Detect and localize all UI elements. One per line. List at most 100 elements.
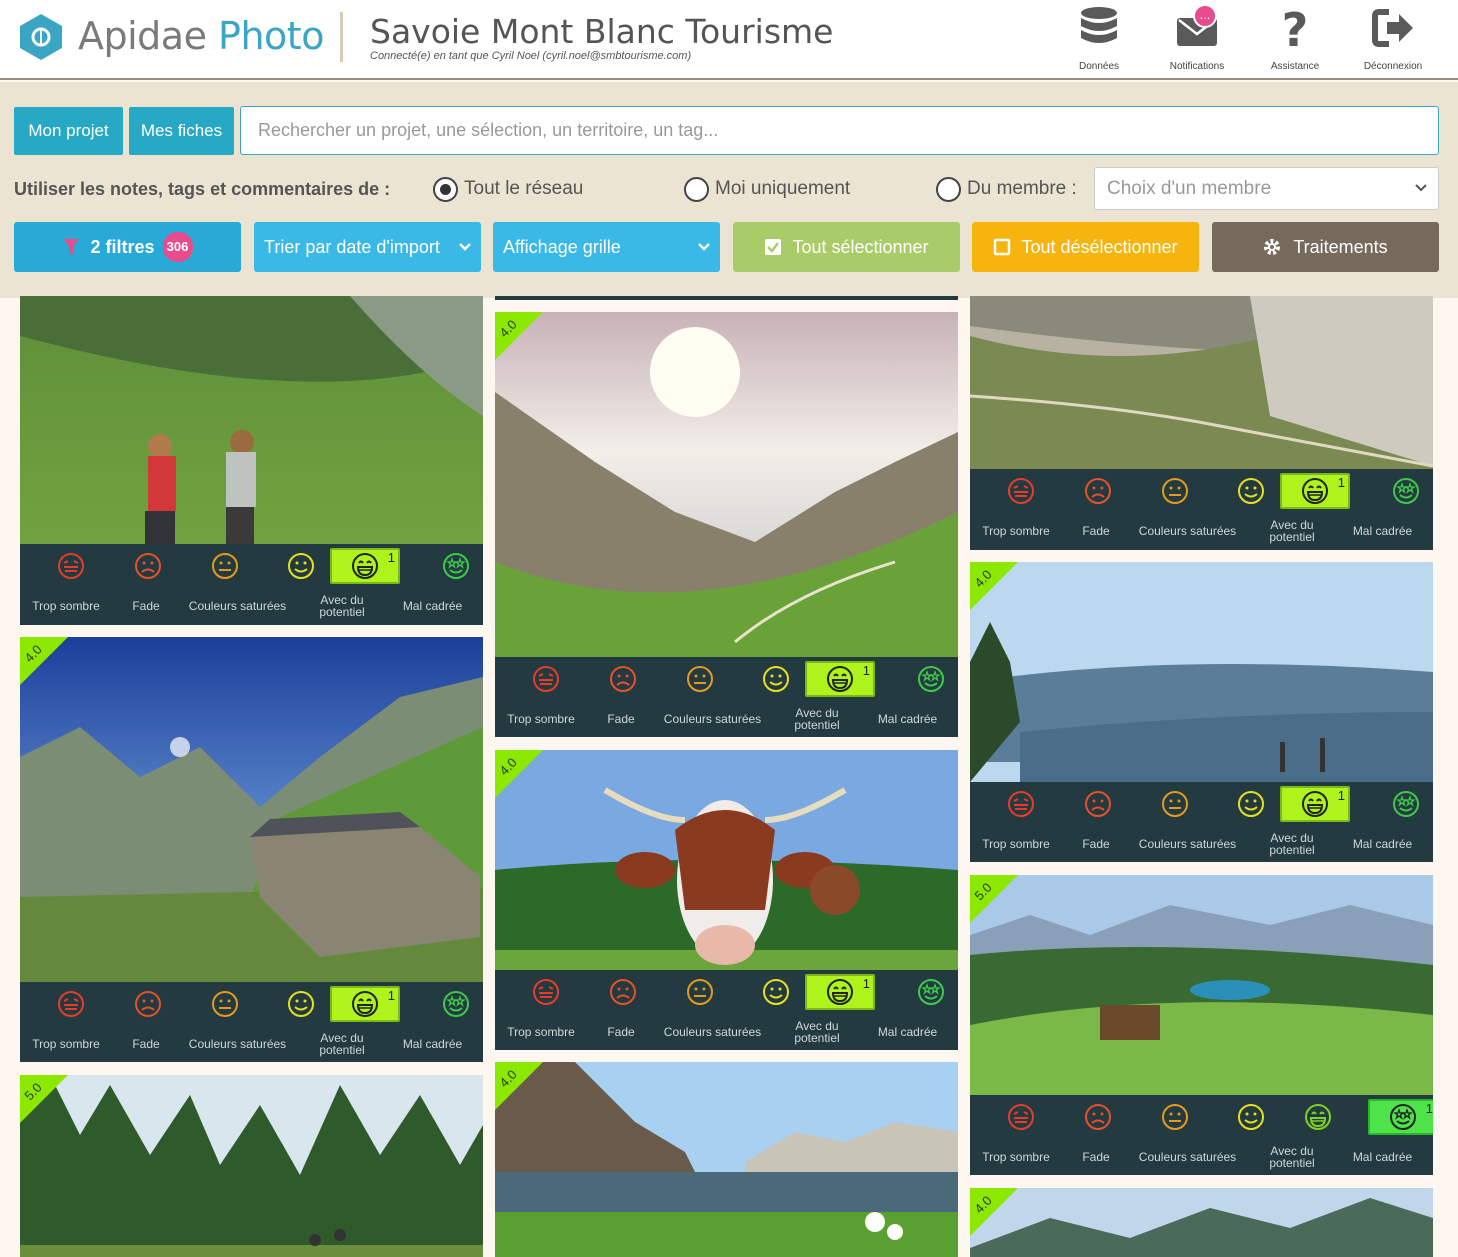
my-records-button[interactable]: Mes fiches <box>129 107 234 155</box>
filter-panel: Mon projet Mes fiches Rechercher un proj… <box>0 82 1458 298</box>
logout-action[interactable]: Déconnexion <box>1343 6 1443 72</box>
tag-too-dark-icon[interactable] <box>1003 473 1039 509</box>
notifications-label: Notifications <box>1169 61 1225 72</box>
star-eyes-face-icon <box>443 553 469 579</box>
tag-neutral-face-icon[interactable] <box>1157 1099 1193 1135</box>
tag-star-eyes-face-icon[interactable] <box>913 974 949 1010</box>
tag-star-eyes-face-icon[interactable] <box>438 548 474 584</box>
photo-thumbnail[interactable] <box>970 562 1433 782</box>
photo-card[interactable]: 4.0 1 Trop sombre Fade Couleurs saturées Avec… <box>495 312 958 737</box>
photo-thumbnail[interactable] <box>970 1188 1433 1257</box>
tag-sad-face-icon[interactable] <box>605 661 641 697</box>
assistance-label: Assistance <box>1270 61 1320 72</box>
tag-too-dark-icon[interactable] <box>528 661 564 697</box>
photo-card[interactable]: 4.0 1 Trop sombre Fade Couleurs saturées Avec… <box>495 750 958 1050</box>
tag-grin-face-icon[interactable]: 1 <box>805 974 875 1010</box>
treatments-button[interactable]: Traitements <box>1212 222 1439 272</box>
data-action[interactable]: Données <box>1049 6 1149 72</box>
photo-card[interactable]: 5.0 <box>20 1075 483 1257</box>
tag-too-dark-icon[interactable] <box>53 548 89 584</box>
neutral-face-icon <box>1162 1104 1188 1130</box>
checkbox-checked-icon <box>765 239 782 255</box>
photo-thumbnail[interactable] <box>20 637 483 982</box>
smile-face-icon <box>1238 478 1264 504</box>
assistance-action[interactable]: ? Assistance <box>1245 6 1345 72</box>
tag-sad-face-icon[interactable] <box>1080 1099 1116 1135</box>
photo-card[interactable]: 5.0 1 Trop sombre Fade Couleurs saturées Avec… <box>970 875 1433 1175</box>
radio-circle <box>936 176 961 202</box>
tag-label: Trop sombre <box>32 599 100 613</box>
photo-thumbnail[interactable] <box>970 296 1433 469</box>
tag-neutral-face-icon[interactable] <box>207 548 243 584</box>
photo-thumbnail[interactable] <box>20 1075 483 1257</box>
tag-star-eyes-face-icon[interactable]: 1 <box>1368 1099 1433 1135</box>
tag-neutral-face-icon[interactable] <box>1157 786 1193 822</box>
tag-too-dark-icon[interactable] <box>1003 1099 1039 1135</box>
too-dark-icon <box>533 666 559 692</box>
photo-thumbnail[interactable] <box>495 312 958 657</box>
deselect-all-button[interactable]: Tout désélectionner <box>972 222 1199 272</box>
tag-sad-face-icon[interactable] <box>605 974 641 1010</box>
filters-button[interactable]: 2 filtres 306 <box>14 222 241 272</box>
tag-grin-face-icon[interactable]: 1 <box>1280 473 1350 509</box>
photo-card[interactable]: 4.0 1 Trop sombre Fade Couleurs saturées Avec… <box>20 637 483 1062</box>
search-input[interactable]: Rechercher un projet, une sélection, un … <box>240 106 1439 155</box>
tag-smile-face-icon[interactable] <box>1233 473 1269 509</box>
tag-sad-face-icon[interactable] <box>130 548 166 584</box>
photo-card[interactable]: 4.0 <box>970 1188 1433 1257</box>
tag-grin-face-icon[interactable]: 1 <box>330 986 400 1022</box>
tag-smile-face-icon[interactable] <box>1233 1099 1269 1135</box>
tag-grin-face-icon[interactable]: 1 <box>805 661 875 697</box>
sort-select[interactable]: Trier par date d'import <box>254 222 481 272</box>
tag-smile-face-icon[interactable] <box>758 661 794 697</box>
tag-too-dark-icon[interactable] <box>528 974 564 1010</box>
tag-label: Couleurs saturées <box>1138 524 1237 538</box>
tag-grin-face-icon[interactable]: 1 <box>1280 786 1350 822</box>
photo-card[interactable]: 4.0 <box>495 1062 958 1257</box>
my-project-button[interactable]: Mon projet <box>14 107 123 155</box>
radio-circle <box>684 176 709 202</box>
radio-member[interactable]: Du membre : <box>936 175 1077 203</box>
tag-smile-face-icon[interactable] <box>1233 786 1269 822</box>
filters-count-badge: 306 <box>162 232 193 262</box>
photo-thumbnail[interactable] <box>495 750 958 970</box>
tag-sad-face-icon[interactable] <box>1080 473 1116 509</box>
tag-bar: 1 Trop sombre Fade Couleurs saturées Avec du… <box>495 970 958 1050</box>
tag-smile-face-icon[interactable] <box>283 548 319 584</box>
photo-thumbnail[interactable] <box>20 296 483 544</box>
header-divider <box>340 12 343 62</box>
tag-too-dark-icon[interactable] <box>53 986 89 1022</box>
tag-neutral-face-icon[interactable] <box>1157 473 1193 509</box>
display-select[interactable]: Affichage grille <box>493 222 720 272</box>
tag-sad-face-icon[interactable] <box>1080 786 1116 822</box>
photo-thumbnail[interactable] <box>495 1062 958 1257</box>
database-icon <box>1081 7 1117 43</box>
tag-grin-face-icon[interactable]: 1 <box>330 548 400 584</box>
too-dark-icon <box>533 979 559 1005</box>
member-select[interactable]: Choix d'un membre <box>1094 167 1439 210</box>
notifications-action[interactable]: ... Notifications <box>1147 4 1247 72</box>
tag-neutral-face-icon[interactable] <box>207 986 243 1022</box>
smile-face-icon <box>763 979 789 1005</box>
photo-thumbnail[interactable] <box>970 875 1433 1095</box>
grin-face-icon <box>827 666 853 692</box>
photo-card[interactable]: 1 Trop sombre Fade Couleurs saturées Avec du… <box>970 296 1433 550</box>
tag-star-eyes-face-icon[interactable] <box>1388 473 1424 509</box>
tag-grin-face-icon[interactable] <box>1300 1099 1336 1135</box>
tag-smile-face-icon[interactable] <box>758 974 794 1010</box>
tag-neutral-face-icon[interactable] <box>682 974 718 1010</box>
photo-card[interactable]: 1 Trop sombre Fade Couleurs saturées Avec du… <box>20 296 483 625</box>
radio-me-only[interactable]: Moi uniquement <box>684 175 850 203</box>
too-dark-icon <box>1008 791 1034 817</box>
tag-too-dark-icon[interactable] <box>1003 786 1039 822</box>
neutral-face-icon <box>212 553 238 579</box>
tag-sad-face-icon[interactable] <box>130 986 166 1022</box>
photo-card[interactable]: 4.0 1 Trop sombre Fade Couleurs saturées Avec… <box>970 562 1433 862</box>
tag-star-eyes-face-icon[interactable] <box>1388 786 1424 822</box>
tag-neutral-face-icon[interactable] <box>682 661 718 697</box>
tag-star-eyes-face-icon[interactable] <box>913 661 949 697</box>
radio-whole-network[interactable]: Tout le réseau <box>433 175 583 203</box>
tag-smile-face-icon[interactable] <box>283 986 319 1022</box>
tag-star-eyes-face-icon[interactable] <box>438 986 474 1022</box>
select-all-button[interactable]: Tout sélectionner <box>733 222 960 272</box>
